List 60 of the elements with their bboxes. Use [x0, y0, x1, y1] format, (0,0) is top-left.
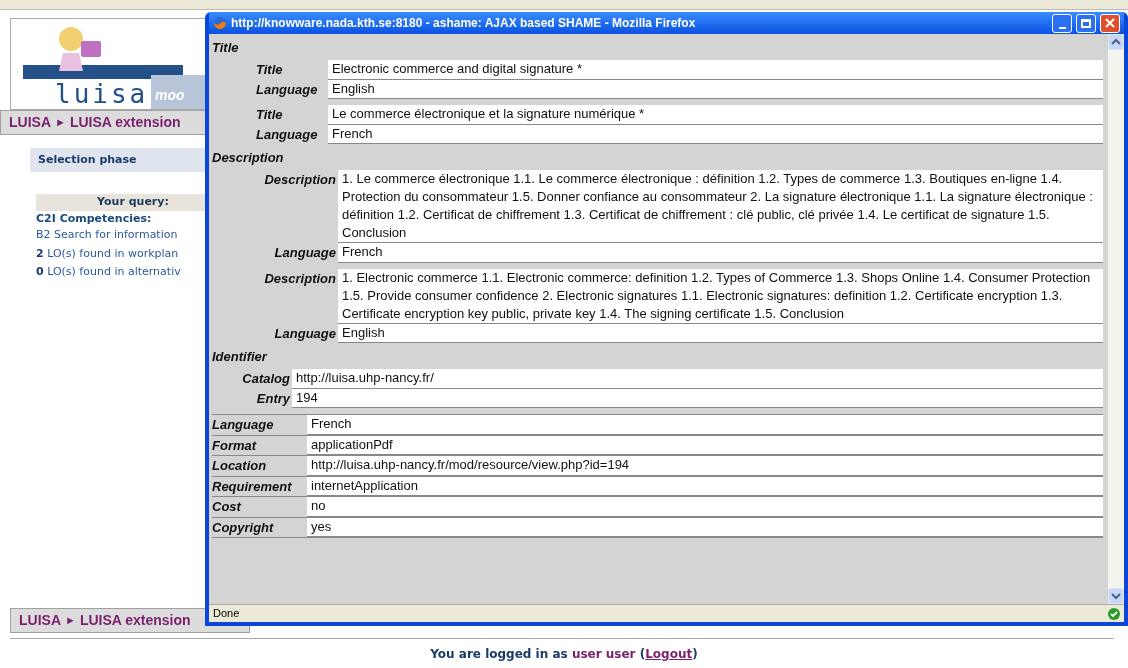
breadcrumb-link[interactable]: LUISA — [19, 610, 61, 631]
result-count-text: 2 LO(s) found in workplan — [36, 245, 180, 262]
field-label: Title — [256, 61, 284, 79]
breadcrumb-link[interactable]: LUISA — [9, 112, 51, 133]
field-label: Location — [212, 457, 268, 475]
field-label: Cost — [212, 498, 243, 516]
login-status-text: You are logged in as user user (Logout) — [429, 646, 699, 663]
logo-text: luisa — [55, 78, 149, 109]
field-value: Electronic commerce and digital signature * — [328, 60, 1103, 80]
field-label: Language — [256, 80, 319, 99]
field-value: http://luisa.uhp-nancy.fr/ — [292, 369, 1103, 389]
field-value: 194 — [292, 388, 1103, 408]
field-label: Entry — [255, 389, 292, 408]
separator-arrow: ► — [65, 613, 76, 629]
scroll-down-icon[interactable] — [1108, 588, 1124, 604]
logo-subtext: moo — [155, 86, 185, 105]
field-value: Le commerce électronique et la signature numérique * — [328, 105, 1103, 125]
field-value: English — [328, 79, 1103, 99]
field-value: http://luisa.uhp-nancy.fr/mod/resource/view.php?id=194 — [307, 456, 1103, 476]
scrollbar[interactable] — [1108, 34, 1124, 604]
section-heading: Identifier — [212, 348, 269, 366]
scroll-up-icon[interactable] — [1108, 34, 1124, 50]
field-label: Format — [212, 436, 258, 455]
result-count-text: 0 LO(s) found in alternativ — [36, 264, 182, 280]
query-value: B2 Search for information — [36, 227, 179, 243]
field-label: Language — [273, 244, 337, 262]
field-value: no — [307, 497, 1103, 517]
field-label: Requirement — [212, 477, 293, 496]
field-label: Description — [263, 171, 337, 189]
globe-icon — [213, 16, 227, 30]
field-value: applicationPdf — [307, 435, 1103, 455]
separator-arrow: ► — [55, 115, 66, 131]
field-label: Description — [263, 269, 337, 288]
window-title: http://knowware.nada.kth.se:8180 - ashame: AJAX based SHAME - Mozilla Firefox — [231, 15, 697, 32]
minimize-button[interactable] — [1052, 13, 1072, 33]
close-button[interactable] — [1100, 13, 1120, 33]
field-label: Catalog — [241, 370, 291, 388]
field-value: French — [338, 243, 1103, 263]
field-label: Language — [212, 416, 275, 434]
check-icon — [1108, 607, 1120, 620]
field-value: 1. Le commerce électronique 1.1. Le commerce électronique : définition 1.2. Types de commerce 1.3. Boutiques en-ligne 1.4. Protection du consommateur 1.5. Donner confiance au consommateur 2. La signature électronique 1.1. La signature électronique : définition 1.2. Certificat de chiffrement 1.3. Certificat de chiffrement : clé public, clé privée 1.4. Le certificat de signature 1.5. Conclusion — [338, 170, 1103, 243]
field-value: English — [338, 323, 1103, 343]
breadcrumb-link[interactable]: LUISA extension — [79, 610, 191, 631]
breadcrumb-link[interactable]: LUISA extension — [69, 112, 181, 133]
field-label: Language — [256, 125, 319, 144]
field-value: French — [328, 124, 1103, 144]
field-value: yes — [307, 517, 1103, 537]
field-value: internetApplication — [307, 476, 1103, 496]
field-label: Title — [256, 106, 284, 124]
field-label: Copyright — [212, 518, 275, 537]
query-label: C2I Competencies: — [36, 210, 153, 227]
logout-link[interactable]: Logout — [645, 647, 693, 661]
section-heading: Title — [212, 39, 240, 57]
status-text: Done — [213, 606, 240, 622]
maximize-button[interactable] — [1076, 13, 1096, 33]
field-value: 1. Electronic commerce 1.1. Electronic commerce: definition 1.2. Types of Commerce 1.3. Shops Online 1.4. Consumer Protection 1.5. Provide consumer confidence 2. Electronic signatures 1.1. Electronic signatures: definition 1.2. Certificate encryption 1.3. Certificate encryption key public, private key 1.4. The signing certificate 1.5. Conclusion — [338, 268, 1103, 324]
field-label: Language — [273, 324, 337, 343]
section-heading: Description — [212, 149, 285, 167]
field-value: French — [307, 415, 1103, 435]
close-icon — [1105, 18, 1115, 28]
